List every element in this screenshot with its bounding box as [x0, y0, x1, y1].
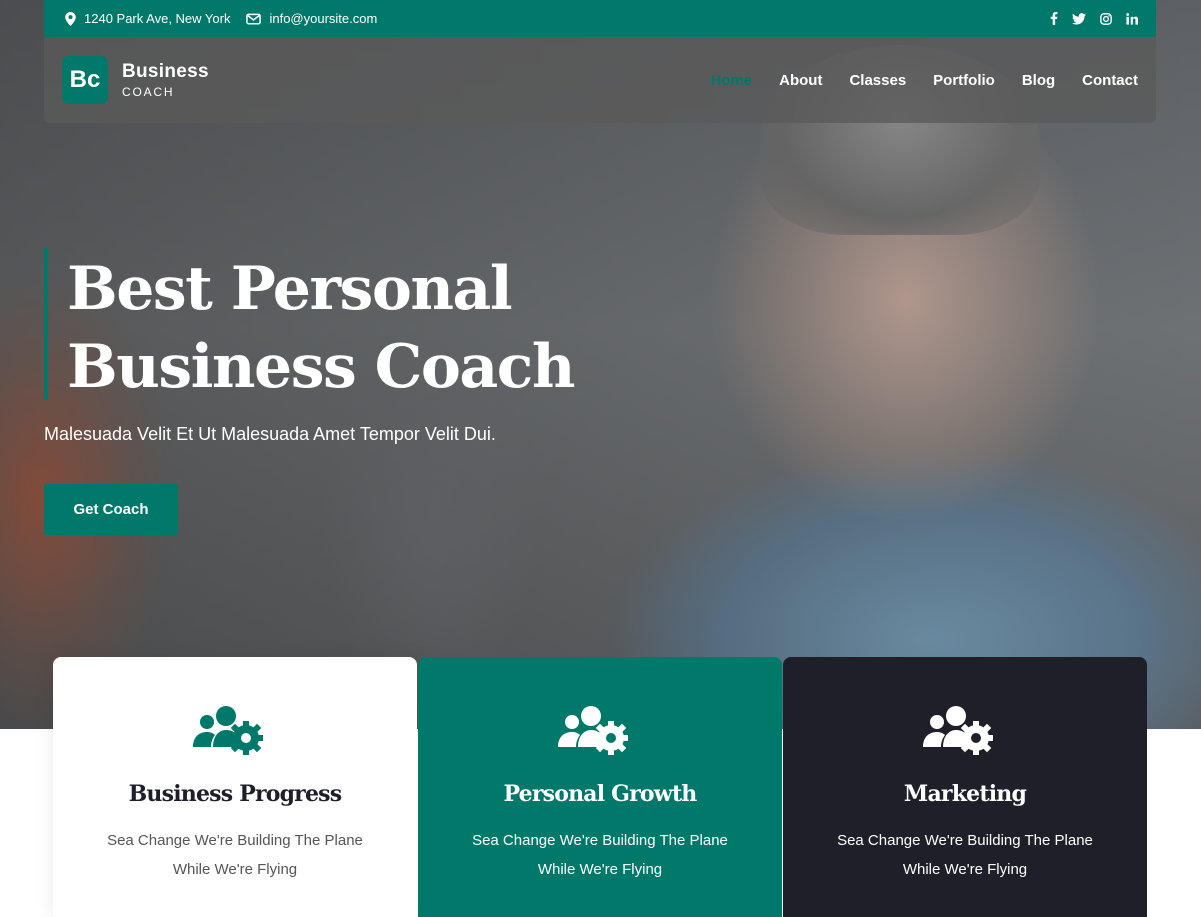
- top-info-bar: 1240 Park Ave, New York info@yoursite.co…: [44, 0, 1156, 37]
- email-info[interactable]: info@yoursite.com: [246, 11, 377, 26]
- logo-tagline: COACH: [122, 85, 175, 99]
- feature-card-personal-growth[interactable]: Personal Growth Sea Change We're Buildin…: [418, 657, 782, 917]
- nav-item-home[interactable]: Home: [710, 72, 752, 89]
- card-title: Marketing: [903, 781, 1027, 807]
- get-coach-button[interactable]: Get Coach: [44, 484, 178, 535]
- main-navbar: Bc Business COACH Home About Classes Por…: [44, 37, 1156, 123]
- envelope-icon: [246, 13, 262, 24]
- logo-text[interactable]: Business COACH: [122, 62, 209, 98]
- nav-item-classes[interactable]: Classes: [849, 72, 906, 89]
- map-pin-icon: [65, 11, 76, 26]
- logo-mark[interactable]: Bc: [62, 56, 108, 104]
- feature-card-marketing[interactable]: Marketing Sea Change We're Building The …: [783, 657, 1147, 917]
- address-text: 1240 Park Ave, New York: [84, 11, 231, 26]
- feature-card-business-progress[interactable]: Business Progress Sea Change We're Build…: [53, 657, 417, 917]
- hero-headline-line2: Business Coach: [67, 332, 575, 402]
- nav-item-contact[interactable]: Contact: [1082, 72, 1138, 89]
- nav-item-portfolio[interactable]: Portfolio: [933, 72, 995, 89]
- facebook-icon[interactable]: [1050, 12, 1058, 25]
- card-title: Business Progress: [128, 781, 343, 807]
- nav-item-about[interactable]: About: [779, 72, 822, 89]
- nav-item-blog[interactable]: Blog: [1022, 72, 1055, 89]
- social-links: [1036, 12, 1138, 25]
- hero-headline: Best Personal Business Coach: [67, 250, 575, 406]
- hero-subtitle: Malesuada Velit Et Ut Malesuada Amet Tem…: [44, 424, 496, 444]
- team-settings-icon: [558, 706, 628, 755]
- card-text: Sea Change We're Building The Plane Whil…: [107, 832, 363, 878]
- hero-headline-line1: Best Personal: [67, 254, 513, 324]
- headline-accent-bar: [44, 248, 48, 400]
- card-title: Personal Growth: [503, 781, 697, 807]
- linkedin-icon[interactable]: [1126, 12, 1138, 25]
- twitter-icon[interactable]: [1072, 12, 1086, 25]
- card-text: Sea Change We're Building The Plane Whil…: [472, 832, 728, 878]
- team-settings-icon: [193, 706, 263, 755]
- email-text[interactable]: info@yoursite.com: [269, 11, 377, 26]
- logo-name: Business: [122, 61, 209, 82]
- address-info: 1240 Park Ave, New York: [65, 11, 230, 26]
- card-text: Sea Change We're Building The Plane Whil…: [837, 832, 1093, 878]
- team-settings-icon: [923, 706, 993, 755]
- instagram-icon[interactable]: [1100, 12, 1112, 25]
- main-menu: Home About Classes Portfolio Blog Contac…: [683, 72, 1138, 89]
